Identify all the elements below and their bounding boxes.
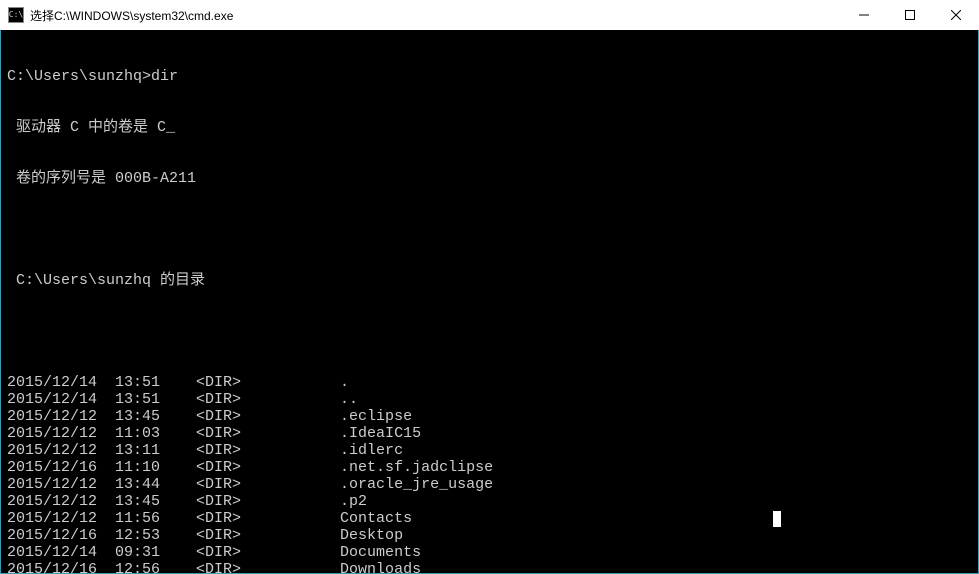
dirof-line: C:\Users\sunzhq 的目录: [7, 272, 978, 289]
dir-entry: 2015/12/14 13:51 <DIR> .: [7, 374, 978, 391]
close-button[interactable]: [933, 0, 979, 30]
window-title: 选择C:\WINDOWS\system32\cmd.exe: [30, 7, 841, 24]
maximize-button[interactable]: [887, 0, 933, 30]
blank-line: [7, 221, 978, 238]
dir-listing: 2015/12/14 13:51 <DIR> .2015/12/14 13:51…: [7, 374, 978, 574]
dir-entry: 2015/12/14 09:31 <DIR> Documents: [7, 544, 978, 561]
blank-line: [7, 323, 978, 340]
dir-entry: 2015/12/12 13:11 <DIR> .idlerc: [7, 442, 978, 459]
dir-entry: 2015/12/16 12:53 <DIR> Desktop: [7, 527, 978, 544]
volume-line: 驱动器 C 中的卷是 C_: [7, 119, 978, 136]
terminal-area[interactable]: C:\Users\sunzhq>dir 驱动器 C 中的卷是 C_ 卷的序列号是…: [0, 30, 979, 574]
minimize-button[interactable]: [841, 0, 887, 30]
dir-entry: 2015/12/16 12:56 <DIR> Downloads: [7, 561, 978, 574]
dir-entry: 2015/12/12 13:45 <DIR> .eclipse: [7, 408, 978, 425]
titlebar[interactable]: C:\ 选择C:\WINDOWS\system32\cmd.exe: [0, 0, 979, 30]
dir-entry: 2015/12/12 11:56 <DIR> Contacts: [7, 510, 978, 527]
dir-entry: 2015/12/12 13:44 <DIR> .oracle_jre_usage: [7, 476, 978, 493]
dir-entry: 2015/12/12 13:45 <DIR> .p2: [7, 493, 978, 510]
serial-line: 卷的序列号是 000B-A211: [7, 170, 978, 187]
prompt-line: C:\Users\sunzhq>dir: [7, 68, 978, 85]
window-controls: [841, 0, 979, 30]
dir-entry: 2015/12/16 11:10 <DIR> .net.sf.jadclipse: [7, 459, 978, 476]
cmd-icon: C:\: [8, 7, 24, 23]
text-cursor: [773, 511, 781, 527]
dir-entry: 2015/12/12 11:03 <DIR> .IdeaIC15: [7, 425, 978, 442]
dir-entry: 2015/12/14 13:51 <DIR> ..: [7, 391, 978, 408]
